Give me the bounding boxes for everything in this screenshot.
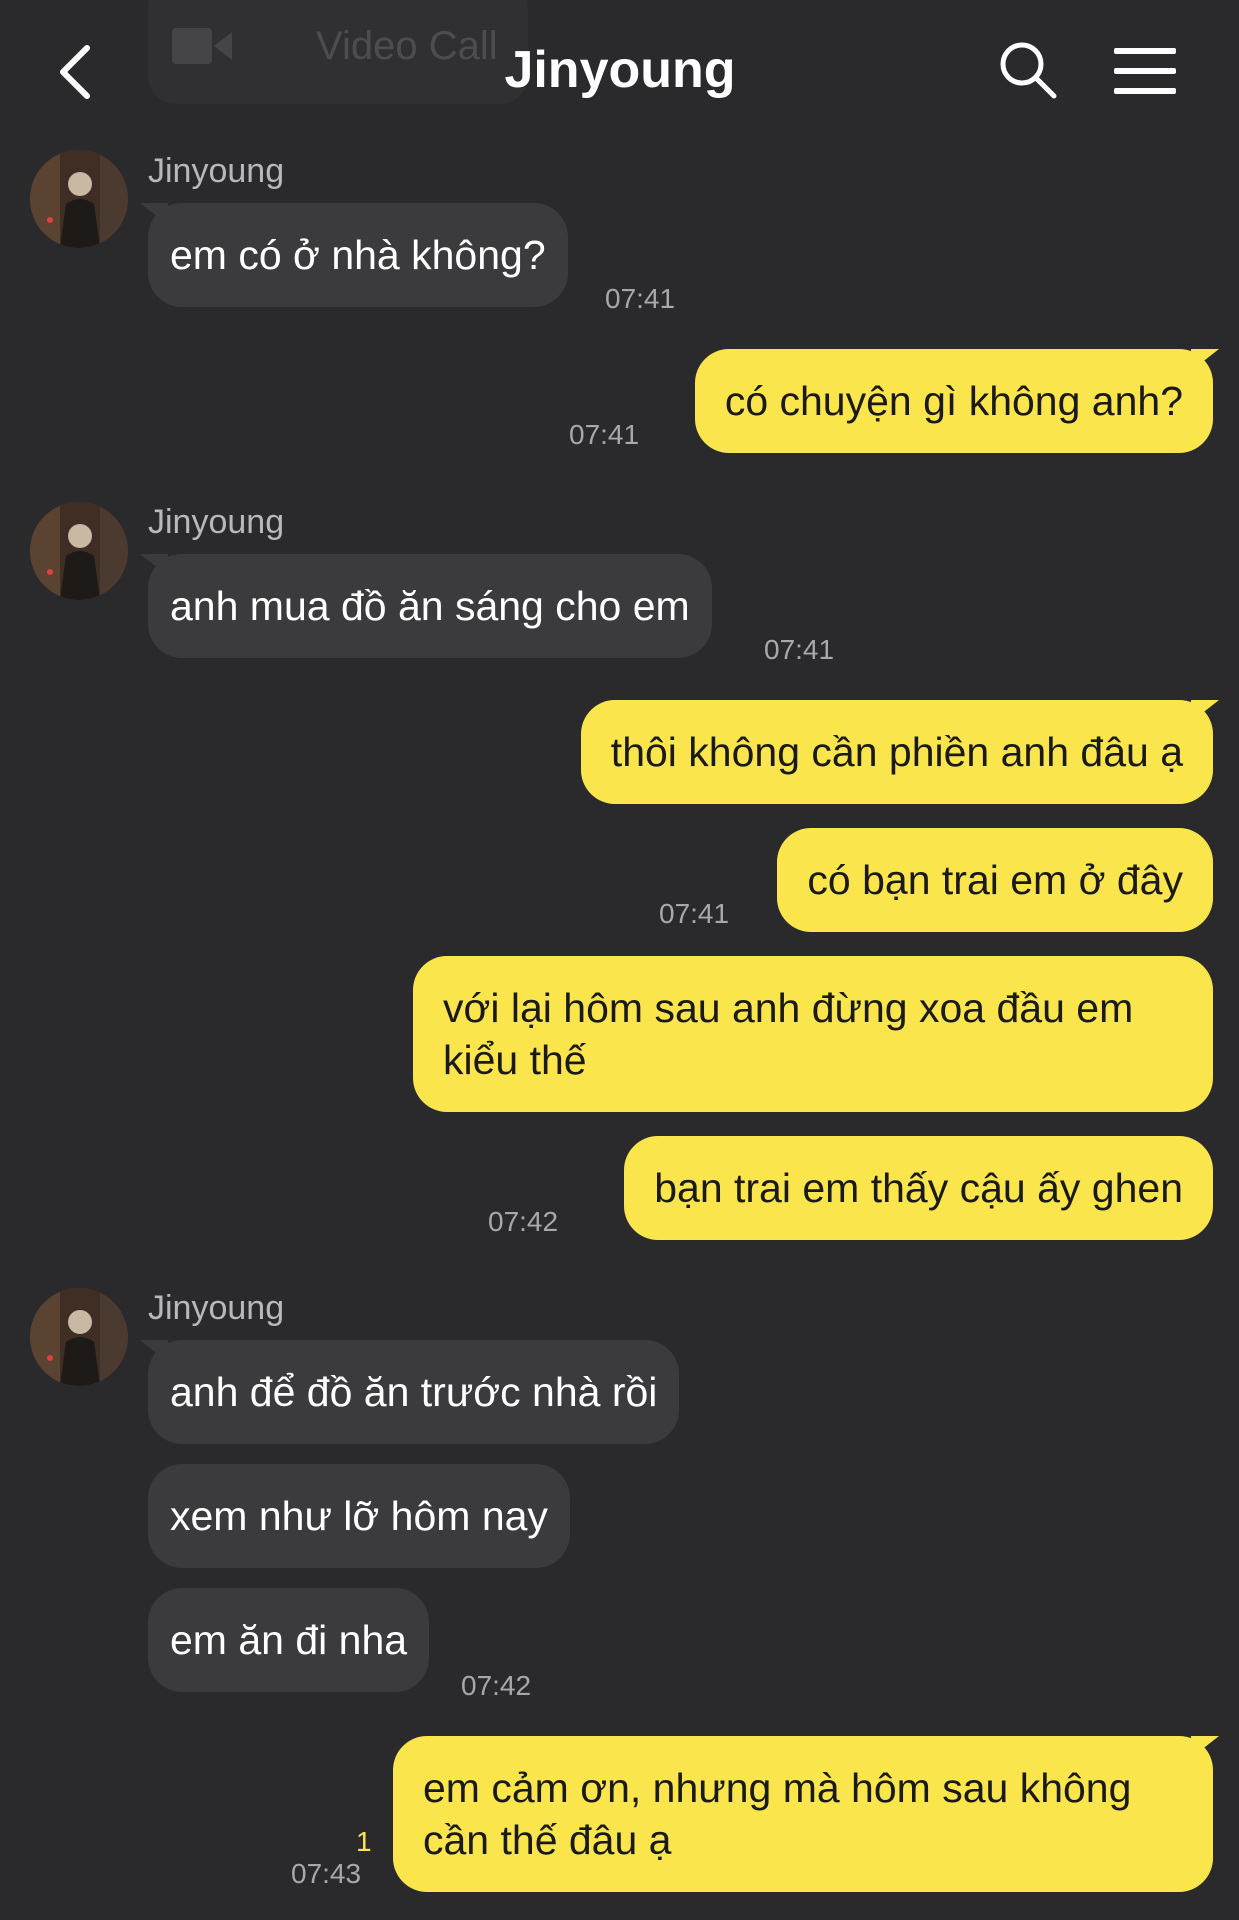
incoming-message[interactable]: anh mua đồ ăn sáng cho em — [140, 554, 712, 658]
back-chevron-icon[interactable] — [55, 42, 95, 102]
video-camera-icon — [172, 28, 232, 64]
outgoing-message[interactable]: bạn trai em thấy cậu ấy ghen — [624, 1136, 1213, 1240]
outgoing-message[interactable]: có chuyện gì không anh? — [694, 349, 1220, 453]
outgoing-message[interactable]: có bạn trai em ở đây — [777, 828, 1213, 932]
sender-name: Jinyoung — [148, 503, 285, 541]
unread-count: 1 — [356, 1826, 372, 1857]
message-time: 07:43 — [291, 1858, 362, 1889]
sender-name: Jinyoung — [148, 152, 285, 190]
sender-name: Jinyoung — [148, 1289, 285, 1327]
menu-icon[interactable] — [1114, 46, 1176, 96]
outgoing-message[interactable]: thôi không cần phiền anh đâu ạ — [580, 700, 1220, 804]
message-time: 07:41 — [659, 898, 730, 929]
message-time: 07:41 — [605, 283, 676, 314]
message-time: 07:41 — [569, 419, 640, 450]
outgoing-message[interactable]: với lại hôm sau anh đừng xoa đầu em kiểu… — [413, 956, 1213, 1112]
incoming-message[interactable]: em có ở nhà không? — [140, 203, 568, 307]
message-time: 07:41 — [764, 634, 835, 665]
avatar-image — [30, 502, 128, 600]
message-time: 07:42 — [461, 1670, 532, 1701]
chat-header: Video Call Jinyoung — [0, 0, 1239, 140]
avatar-image — [30, 150, 128, 248]
outgoing-message[interactable]: em cảm ơn, nhưng mà hôm sau không cần th… — [393, 1736, 1219, 1892]
avatar[interactable] — [30, 150, 128, 248]
incoming-message[interactable]: em ăn đi nha — [148, 1588, 430, 1692]
incoming-message[interactable]: anh để đồ ăn trước nhà rồi — [139, 1340, 680, 1444]
incoming-message[interactable]: xem như lỡ hôm nay — [148, 1464, 570, 1568]
message-time: 07:42 — [488, 1206, 559, 1237]
avatar[interactable] — [30, 502, 128, 600]
chat-title: Jinyoung — [504, 41, 736, 99]
avatar-image — [30, 1288, 128, 1386]
search-icon[interactable] — [998, 40, 1058, 100]
avatar[interactable] — [30, 1288, 128, 1386]
